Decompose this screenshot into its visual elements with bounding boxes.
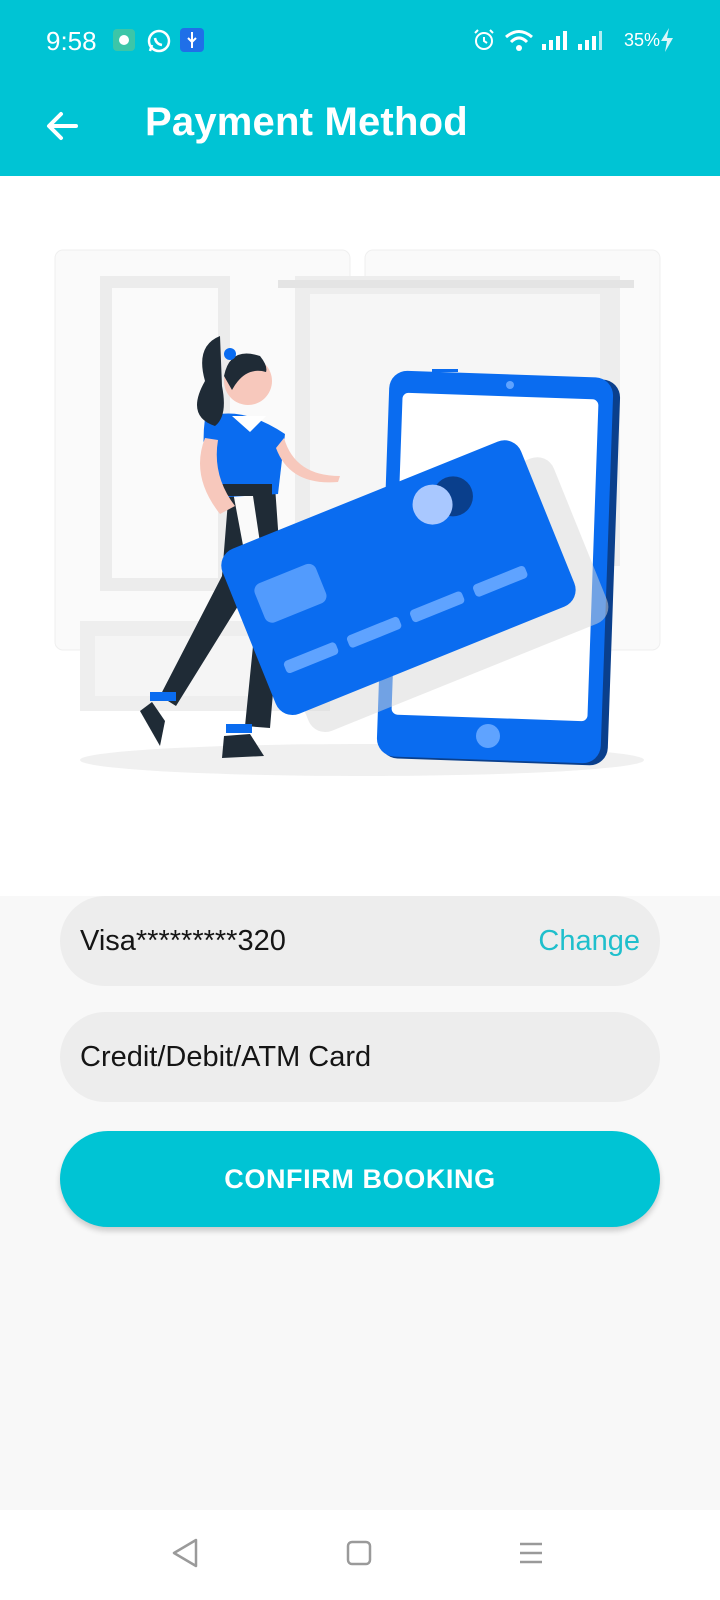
app-bar: Payment Method bbox=[0, 86, 720, 176]
usb-icon bbox=[180, 28, 204, 57]
status-bar: 9:58 35% bbox=[0, 0, 720, 86]
back-button[interactable] bbox=[34, 100, 90, 156]
signal-icon bbox=[540, 28, 570, 57]
status-time: 9:58 bbox=[46, 26, 97, 56]
menu-lines-icon[interactable] bbox=[516, 1536, 546, 1575]
charging-icon bbox=[660, 28, 674, 57]
app-notification-icon bbox=[112, 28, 136, 57]
signal-icon-2 bbox=[576, 28, 606, 57]
back-triangle-icon[interactable] bbox=[170, 1536, 200, 1575]
credit-debit-atm-label: Credit/Debit/ATM Card bbox=[80, 1040, 372, 1073]
whatsapp-icon bbox=[146, 28, 172, 59]
payment-illustration-section bbox=[0, 176, 720, 896]
saved-card-field[interactable]: Visa*********320 Change bbox=[60, 896, 660, 986]
home-square-icon[interactable] bbox=[344, 1536, 374, 1575]
wifi-icon bbox=[504, 28, 534, 57]
battery-percentage: 35% bbox=[624, 30, 661, 50]
payment-illustration bbox=[54, 249, 661, 776]
page-title: Payment Method bbox=[145, 100, 468, 144]
confirm-booking-button[interactable]: CONFIRM BOOKING bbox=[60, 1131, 660, 1227]
change-card-link[interactable]: Change bbox=[538, 925, 640, 958]
arrow-left-icon bbox=[44, 108, 80, 149]
system-navigation-bar bbox=[0, 1510, 720, 1600]
saved-card-number: Visa*********320 bbox=[80, 924, 286, 957]
credit-debit-atm-option[interactable]: Credit/Debit/ATM Card bbox=[60, 1012, 660, 1102]
alarm-icon bbox=[472, 28, 496, 57]
